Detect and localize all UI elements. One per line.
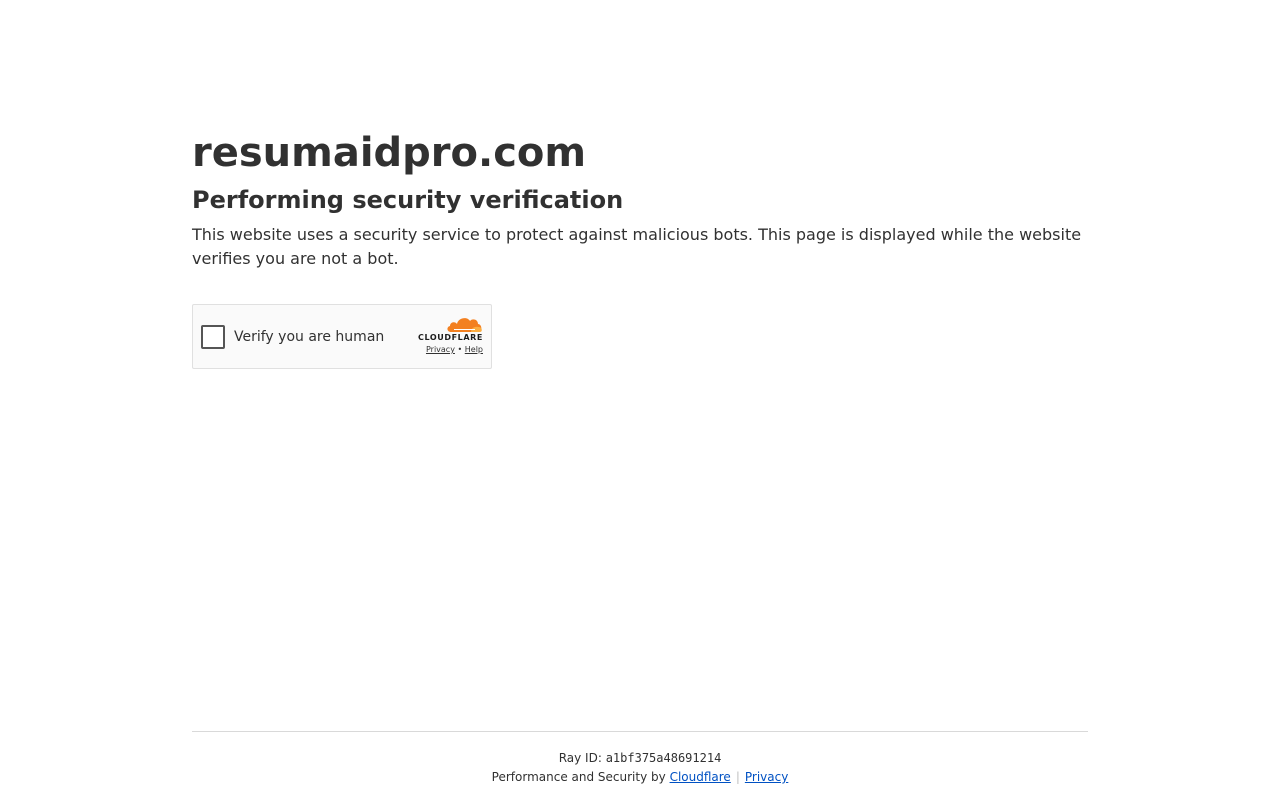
verification-description: This website uses a security service to … — [192, 225, 1082, 268]
performance-line: Performance and Security by Cloudflare | P… — [192, 768, 1088, 786]
widget-help-link[interactable]: Help — [465, 345, 483, 354]
verification-heading: Performing security verification — [192, 186, 624, 214]
widget-privacy-link[interactable]: Privacy — [426, 345, 455, 354]
performance-text: Performance and Security by — [491, 770, 666, 784]
footer-separator: | — [735, 770, 740, 784]
verify-checkbox[interactable] — [201, 324, 225, 349]
main-content: resumaidpro.com Performing security veri… — [192, 128, 1088, 369]
widget-link-separator: • — [457, 345, 463, 354]
verify-label[interactable]: Verify you are human — [234, 329, 384, 345]
cloudflare-brand: CLOUDFLARE Privacy • Help — [407, 315, 483, 355]
ray-id-value: a1bf375a48691214 — [605, 751, 722, 765]
cloudflare-cloud-icon — [447, 318, 482, 332]
footer-privacy-link[interactable]: Privacy — [745, 770, 788, 784]
widget-links: Privacy • Help — [426, 345, 483, 355]
site-title: resumaidpro.com — [192, 130, 587, 176]
challenge-page: resumaidpro.com Performing security veri… — [0, 0, 1280, 800]
ray-id-line: Ray ID: a1bf375a48691214 — [192, 750, 1088, 766]
cloudflare-wordmark: CLOUDFLARE — [418, 333, 483, 342]
footer: Ray ID: a1bf375a48691214 Performance and… — [192, 731, 1088, 786]
cloudflare-link[interactable]: Cloudflare — [670, 770, 731, 784]
turnstile-widget: Verify you are human CLOUDFLARE Privacy … — [192, 304, 492, 369]
ray-id-label: Ray ID: — [558, 751, 602, 765]
